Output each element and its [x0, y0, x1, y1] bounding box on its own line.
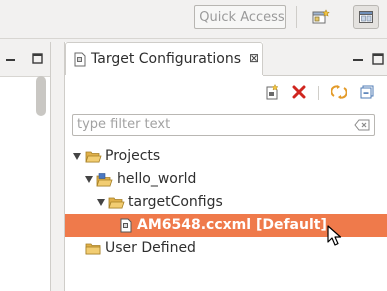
link-with-editor-button[interactable]	[331, 84, 347, 100]
toolbar-separator	[318, 86, 319, 100]
maximize-icon[interactable]	[371, 52, 385, 66]
maximize-icon[interactable]	[31, 52, 45, 66]
expanded-chevron-icon[interactable]	[97, 199, 105, 206]
tree-label-hello-world: hello_world	[117, 171, 197, 187]
tree-item-targetconfigs[interactable]: targetConfigs	[65, 191, 387, 214]
perspective-icon	[359, 11, 373, 23]
tree-label-user-defined: User Defined	[105, 240, 196, 256]
left-panel-header	[0, 42, 50, 77]
app-window: Quick Access Target Configurations ⊠ typ…	[0, 0, 387, 291]
expanded-chevron-icon[interactable]	[85, 176, 93, 183]
ccxml-file-icon	[120, 218, 132, 233]
new-config-icon	[266, 84, 279, 100]
view-toolbar	[65, 76, 387, 106]
new-target-configuration-button[interactable]	[264, 84, 280, 100]
target-config-icon	[73, 52, 87, 71]
mouse-cursor-icon	[327, 225, 342, 246]
close-icon[interactable]: ⊠	[249, 51, 259, 65]
tab-target-configurations[interactable]: Target Configurations ⊠	[65, 42, 263, 75]
view-header-bar	[263, 42, 387, 76]
filter-placeholder: type filter text	[77, 117, 171, 132]
folder-icon	[85, 243, 101, 255]
tree-item-hello-world[interactable]: hello_world	[65, 168, 387, 191]
toolbar-separator	[296, 6, 297, 28]
left-panel	[0, 42, 51, 291]
delete-icon	[292, 85, 306, 99]
open-folder-icon	[85, 151, 102, 163]
debug-perspective-button[interactable]	[353, 5, 379, 29]
filter-input[interactable]: type filter text	[72, 114, 375, 136]
main-toolbar: Quick Access	[0, 0, 387, 39]
open-folder-icon	[108, 197, 125, 209]
collapse-all-button[interactable]	[359, 84, 375, 100]
link-icon	[331, 85, 347, 99]
clear-filter-icon[interactable]	[354, 119, 370, 131]
minimize-icon[interactable]	[4, 54, 18, 66]
tree-label-targetconfigs: targetConfigs	[128, 194, 223, 210]
open-perspective-icon	[312, 9, 330, 24]
tree-label-am6548-ccxml: AM6548.ccxml [Default]	[137, 217, 327, 233]
collapse-all-icon	[360, 85, 374, 99]
delete-button[interactable]	[291, 84, 307, 100]
target-configurations-view: Target Configurations ⊠ type filter text…	[64, 42, 387, 291]
expanded-chevron-icon[interactable]	[73, 153, 81, 160]
left-panel-scrollbar[interactable]	[36, 76, 46, 116]
project-folder-icon	[96, 173, 113, 187]
view-title: Target Configurations	[91, 51, 242, 67]
quick-access-field[interactable]: Quick Access	[194, 5, 286, 29]
tree-label-projects: Projects	[105, 148, 161, 164]
minimize-icon[interactable]	[351, 52, 365, 66]
open-perspective-button[interactable]	[308, 5, 334, 29]
tree-item-projects[interactable]: Projects	[65, 145, 387, 168]
